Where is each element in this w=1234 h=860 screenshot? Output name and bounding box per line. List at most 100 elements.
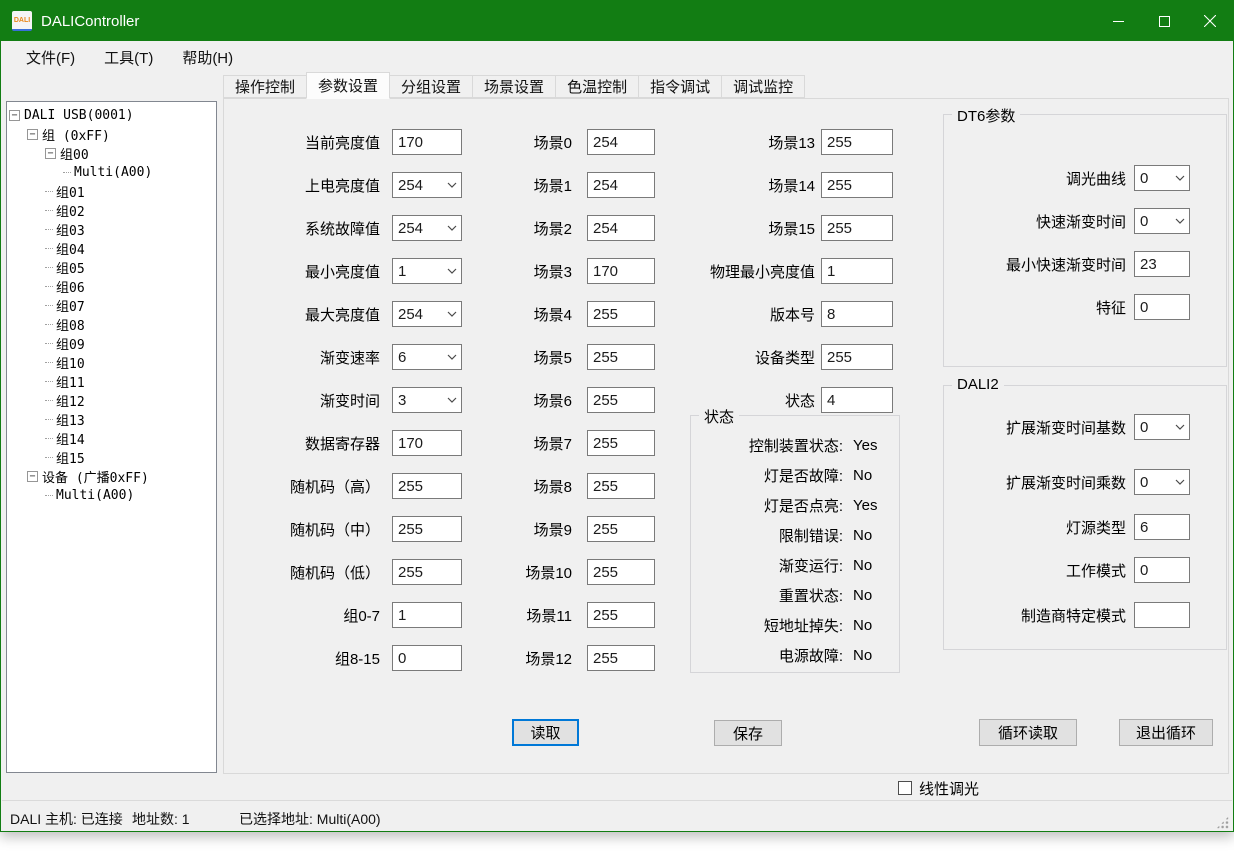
input-random-high[interactable] — [392, 473, 462, 499]
save-button[interactable]: 保存 — [714, 720, 782, 746]
input-scene-13[interactable] — [821, 129, 893, 155]
input-scene-3[interactable] — [587, 258, 655, 284]
input-data-register[interactable] — [392, 430, 462, 456]
close-button[interactable] — [1187, 1, 1233, 41]
input-scene-12[interactable] — [587, 645, 655, 671]
input-scene-7[interactable] — [587, 430, 655, 456]
input-features[interactable] — [1134, 294, 1190, 320]
input-group-8-15[interactable] — [392, 645, 462, 671]
input-scene-8[interactable] — [587, 473, 655, 499]
combo-dimming-curve[interactable]: 0 — [1134, 165, 1190, 191]
combo-ext-fade-base[interactable]: 0 — [1134, 414, 1190, 440]
menu-item[interactable]: 工具(T) — [94, 43, 163, 72]
field-row-phys-min-level: 物理最小亮度值 — [696, 258, 906, 284]
input-scene-5[interactable] — [587, 344, 655, 370]
field-row-min-level: 最小亮度值1 — [224, 258, 484, 284]
tree-item[interactable]: 组06 — [9, 277, 214, 296]
loop-read-button[interactable]: 循环读取 — [979, 719, 1077, 746]
tree-item[interactable]: −DALI USB(0001) — [9, 106, 214, 125]
menu-item[interactable]: 文件(F) — [16, 43, 85, 72]
input-scene-10[interactable] — [587, 559, 655, 585]
tab-调试监控[interactable]: 调试监控 — [721, 75, 805, 98]
status-value-short-address-missing: No — [853, 617, 872, 634]
combo-fast-fade-time[interactable]: 0 — [1134, 208, 1190, 234]
tab-参数设置[interactable]: 参数设置 — [306, 72, 390, 99]
tab-场景设置[interactable]: 场景设置 — [472, 75, 556, 98]
maximize-button[interactable] — [1141, 1, 1187, 41]
input-manufacturer-mode[interactable] — [1134, 602, 1190, 628]
collapse-minus-icon[interactable]: − — [27, 129, 38, 140]
input-scene-11[interactable] — [587, 602, 655, 628]
input-min-fast-fade-time[interactable] — [1134, 251, 1190, 277]
input-light-source-type[interactable] — [1134, 514, 1190, 540]
tree-item[interactable]: 组12 — [9, 391, 214, 410]
linear-dimming-checkbox[interactable] — [898, 781, 912, 795]
status-label-control-gear: 控制装置状态: — [691, 435, 843, 456]
read-button[interactable]: 读取 — [512, 719, 579, 746]
resize-grip[interactable] — [1216, 816, 1229, 829]
input-scene-0[interactable] — [587, 129, 655, 155]
tree-item[interactable]: Multi(A00) — [9, 486, 214, 505]
input-random-low[interactable] — [392, 559, 462, 585]
tree-item[interactable]: 组13 — [9, 410, 214, 429]
input-scene-4[interactable] — [587, 301, 655, 327]
field-label-manufacturer-mode: 制造商特定模式 — [944, 605, 1134, 626]
input-device-type[interactable] — [821, 344, 893, 370]
tree-item[interactable]: 组04 — [9, 239, 214, 258]
tree-item[interactable]: 组15 — [9, 448, 214, 467]
tree-item[interactable]: −组00 — [9, 144, 214, 163]
input-phys-min-level[interactable] — [821, 258, 893, 284]
exit-loop-button[interactable]: 退出循环 — [1119, 719, 1213, 746]
tab-指令调试[interactable]: 指令调试 — [638, 75, 722, 98]
tree-item[interactable]: 组02 — [9, 201, 214, 220]
minimize-button[interactable] — [1095, 1, 1141, 41]
tree-item[interactable]: 组11 — [9, 372, 214, 391]
tree-item[interactable]: 组10 — [9, 353, 214, 372]
collapse-minus-icon[interactable]: − — [45, 148, 56, 159]
tree-item[interactable]: −组 (0xFF) — [9, 125, 214, 144]
combo-max-level[interactable]: 254 — [392, 301, 462, 327]
tab-色温控制[interactable]: 色温控制 — [555, 75, 639, 98]
chevron-down-icon — [443, 182, 461, 188]
tree-item[interactable]: −设备 (广播0xFF) — [9, 467, 214, 486]
input-scene-1[interactable] — [587, 172, 655, 198]
collapse-minus-icon[interactable]: − — [27, 471, 38, 482]
input-group-0-7[interactable] — [392, 602, 462, 628]
input-scene-6[interactable] — [587, 387, 655, 413]
input-version[interactable] — [821, 301, 893, 327]
tree-indent — [9, 362, 45, 363]
combo-min-level[interactable]: 1 — [392, 258, 462, 284]
tab-分组设置[interactable]: 分组设置 — [389, 75, 473, 98]
input-current-level[interactable] — [392, 129, 462, 155]
field-row-group-8-15: 组8-15 — [224, 645, 484, 671]
combo-fade-rate[interactable]: 6 — [392, 344, 462, 370]
status-label-reset-state: 重置状态: — [691, 585, 843, 606]
field-row-scene-4: 场景4 — [502, 301, 672, 327]
tree-item[interactable]: 组07 — [9, 296, 214, 315]
combo-system-failure-level[interactable]: 254 — [392, 215, 462, 241]
input-random-mid[interactable] — [392, 516, 462, 542]
tree-item[interactable]: 组01 — [9, 182, 214, 201]
tree-item[interactable]: 组08 — [9, 315, 214, 334]
input-scene-2[interactable] — [587, 215, 655, 241]
combo-fade-time[interactable]: 3 — [392, 387, 462, 413]
tree-item[interactable]: 组14 — [9, 429, 214, 448]
menu-item[interactable]: 帮助(H) — [172, 43, 243, 72]
tree-item[interactable]: Multi(A00) — [9, 163, 214, 182]
tab-操作控制[interactable]: 操作控制 — [223, 75, 307, 98]
input-scene-14[interactable] — [821, 172, 893, 198]
chevron-down-icon — [443, 397, 461, 403]
tree-item[interactable]: 组09 — [9, 334, 214, 353]
combo-power-on-level[interactable]: 254 — [392, 172, 462, 198]
field-row-fade-rate: 渐变速率6 — [224, 344, 484, 370]
combo-ext-fade-mult[interactable]: 0 — [1134, 469, 1190, 495]
input-operating-mode[interactable] — [1134, 557, 1190, 583]
device-tree: −DALI USB(0001)−组 (0xFF)−组00Multi(A00)组0… — [6, 101, 217, 773]
status-items: 控制装置状态:Yes灯是否故障:No灯是否点亮:Yes限制错误:No渐变运行:N… — [691, 416, 899, 670]
tree-item[interactable]: 组03 — [9, 220, 214, 239]
tree-item[interactable]: 组05 — [9, 258, 214, 277]
input-scene-15[interactable] — [821, 215, 893, 241]
input-scene-9[interactable] — [587, 516, 655, 542]
collapse-minus-icon[interactable]: − — [9, 110, 20, 121]
input-status-value[interactable] — [821, 387, 893, 413]
